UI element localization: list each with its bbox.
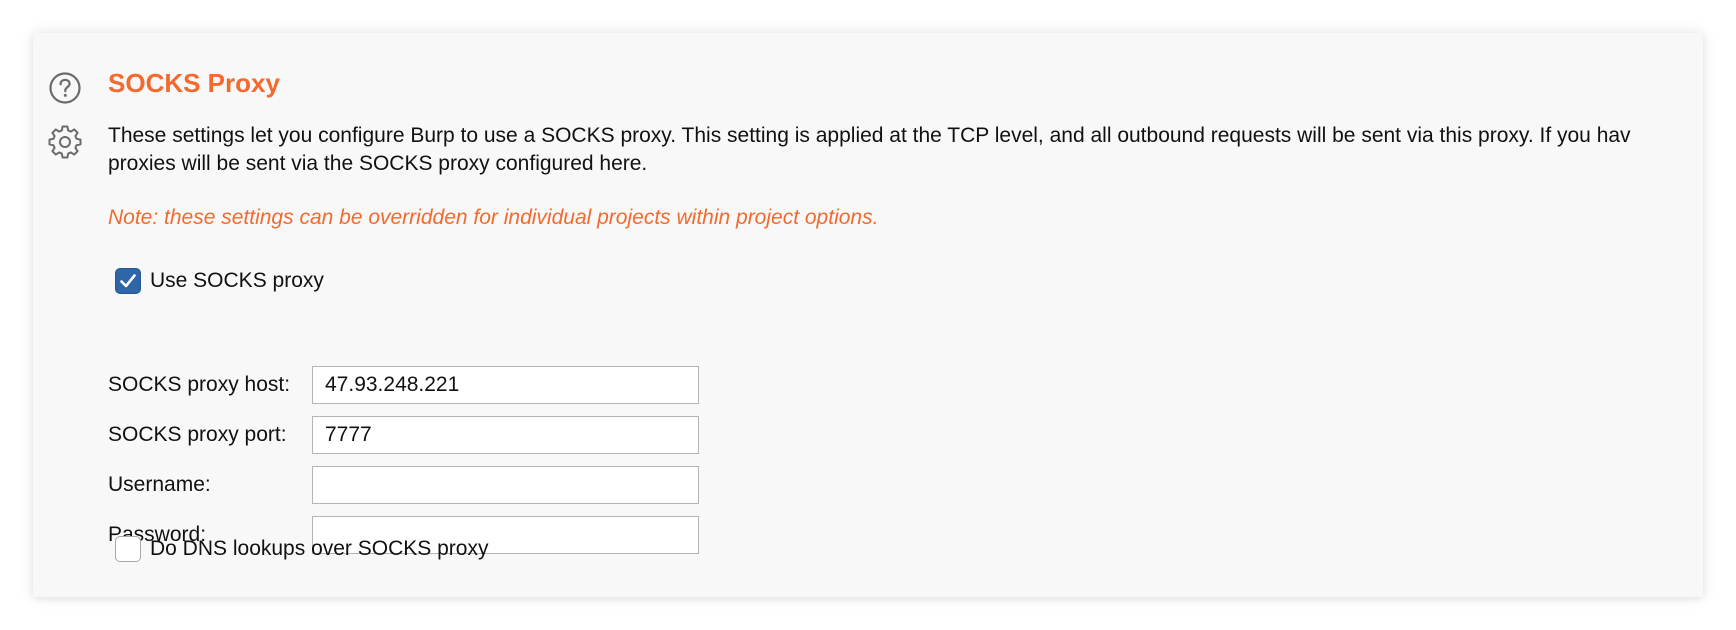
use-socks-proxy-label[interactable]: Use SOCKS proxy — [150, 269, 324, 293]
use-socks-proxy-checkbox[interactable]: Use SOCKS proxy — [115, 268, 324, 294]
section-title: SOCKS Proxy — [108, 68, 280, 98]
checkmark-icon — [120, 274, 136, 288]
socks-host-input[interactable] — [312, 366, 699, 404]
socks-port-input[interactable] — [312, 416, 699, 454]
gear-icon[interactable] — [47, 124, 83, 160]
socks-proxy-panel: SOCKS Proxy These settings let you confi… — [33, 33, 1703, 597]
dns-over-socks-label[interactable]: Do DNS lookups over SOCKS proxy — [150, 537, 488, 561]
description-line-1: These settings let you configure Burp to… — [108, 124, 1631, 147]
dns-over-socks-checkbox[interactable]: Do DNS lookups over SOCKS proxy — [115, 536, 488, 562]
socks-host-label: SOCKS proxy host: — [108, 373, 291, 396]
socks-port-label: SOCKS proxy port: — [108, 423, 287, 446]
checkbox-unchecked-icon[interactable] — [115, 536, 141, 562]
help-icon[interactable] — [47, 70, 83, 106]
username-label: Username: — [108, 473, 211, 496]
section-description: These settings let you configure Burp to… — [108, 122, 1703, 178]
override-note: Note: these settings can be overridden f… — [108, 206, 879, 229]
checkbox-checked-icon[interactable] — [115, 268, 141, 294]
username-input[interactable] — [312, 466, 699, 504]
description-line-2: proxies will be sent via the SOCKS proxy… — [108, 152, 648, 175]
